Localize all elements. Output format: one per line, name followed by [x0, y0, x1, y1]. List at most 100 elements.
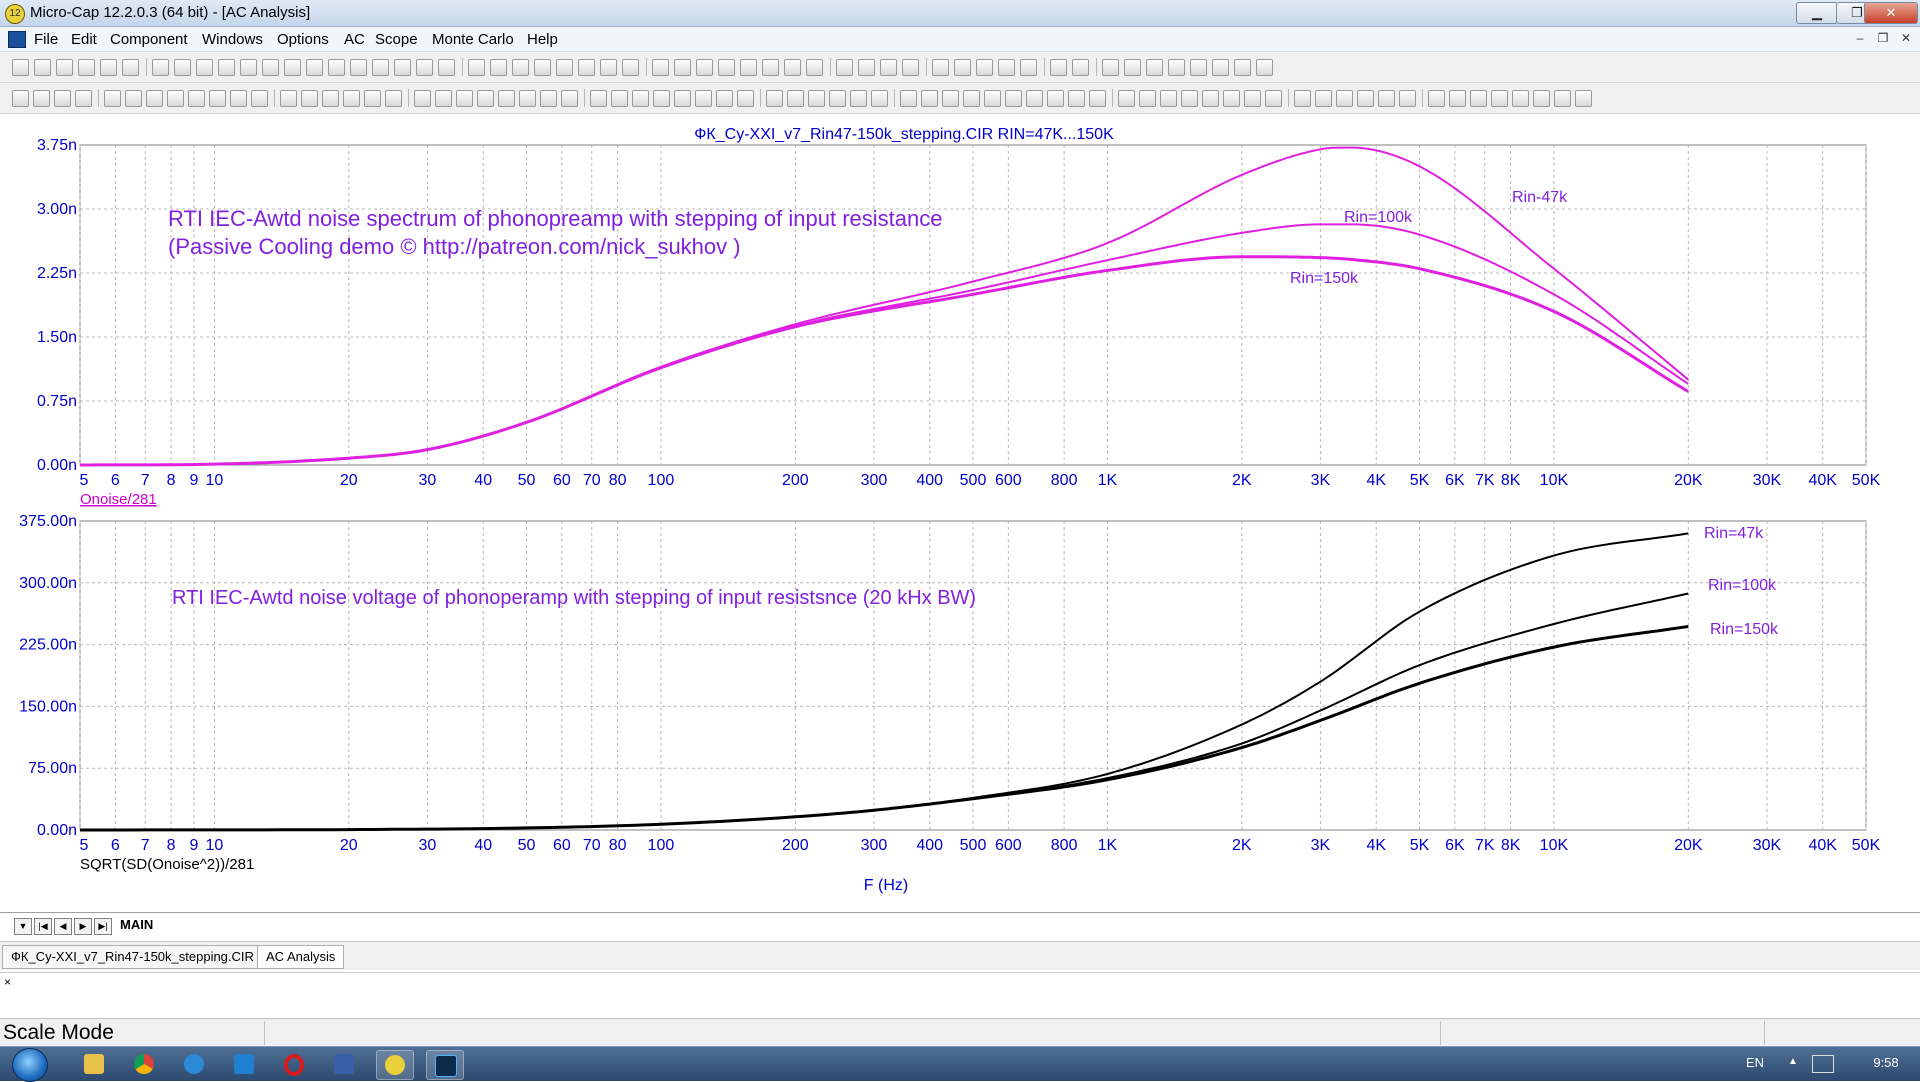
toolbar-tool-icon[interactable] [438, 59, 455, 76]
toolbar-tool-icon[interactable] [784, 59, 801, 76]
top-plot-panel[interactable]: 0.00n 0.75n 1.50n 2.25n 3.00n 3.75n 5 6 7 8 9 10 20 3… [37, 137, 1881, 489]
toolbar-tool-icon[interactable] [364, 90, 381, 107]
clock[interactable]: 9:58 [1862, 1055, 1910, 1070]
toolbar-tool-icon[interactable] [230, 90, 247, 107]
toolbar-tool-icon[interactable] [188, 90, 205, 107]
toolbar-tool-icon[interactable] [1072, 59, 1089, 76]
network-icon[interactable] [1812, 1055, 1834, 1073]
toolbar-tool-icon[interactable] [385, 90, 402, 107]
toolbar-tool-icon[interactable] [284, 59, 301, 76]
toolbar-tool-icon[interactable] [578, 59, 595, 76]
toolbar-tool-icon[interactable] [33, 90, 50, 107]
mdi-restore-button[interactable]: ❐ [1874, 30, 1892, 47]
toolbar-tool-icon[interactable] [477, 90, 494, 107]
toolbar-tool-icon[interactable] [1428, 90, 1445, 107]
toolbar-tool-icon[interactable] [1336, 90, 1353, 107]
toolbar-tool-icon[interactable] [519, 90, 536, 107]
micro-cap-icon[interactable]: 12 [5, 4, 25, 24]
close-button[interactable]: ✕ [1864, 2, 1918, 24]
sheet-tab-main[interactable]: MAIN [120, 917, 153, 932]
toolbar-tool-icon[interactable] [787, 90, 804, 107]
toolbar-tool-icon[interactable] [963, 90, 980, 107]
sheet-prev-button[interactable]: ◀ [54, 918, 72, 935]
toolbar-tool-icon[interactable] [490, 59, 507, 76]
bottom-label-rin47k[interactable]: Rin=47k [1704, 525, 1764, 542]
toolbar-tool-icon[interactable] [534, 59, 551, 76]
store-icon[interactable] [226, 1050, 262, 1078]
bottom-expression-label[interactable]: SQRT(SD(Onoise^2))/281 [80, 856, 254, 873]
toolbar-tool-icon[interactable] [766, 90, 783, 107]
bottom-label-rin150k[interactable]: Rin=150k [1710, 621, 1779, 638]
menu-ac[interactable]: AC [344, 31, 365, 48]
minimize-button[interactable]: ▁ [1796, 2, 1838, 24]
toolbar-tool-icon[interactable] [218, 59, 235, 76]
toolbar-tool-icon[interactable] [829, 90, 846, 107]
menu-component[interactable]: Component [110, 31, 188, 48]
toolbar-tool-icon[interactable] [1244, 90, 1261, 107]
toolbar-tool-icon[interactable] [1102, 59, 1119, 76]
toolbar-tool-icon[interactable] [998, 59, 1015, 76]
toolbar-tool-icon[interactable] [880, 59, 897, 76]
toolbar-tool-icon[interactable] [674, 90, 691, 107]
toolbar-tool-icon[interactable] [343, 90, 360, 107]
photoshop-icon[interactable] [426, 1050, 464, 1080]
toolbar-tool-icon[interactable] [1554, 90, 1571, 107]
toolbar-tool-icon[interactable] [12, 90, 29, 107]
menu-windows[interactable]: Windows [202, 31, 263, 48]
toolbar-tool-icon[interactable] [56, 59, 73, 76]
toolbar-tool-icon[interactable] [984, 90, 1001, 107]
top-label-rin47k[interactable]: Rin-47k [1512, 189, 1568, 206]
toolbar-tool-icon[interactable] [942, 90, 959, 107]
toolbar-tool-icon[interactable] [1491, 90, 1508, 107]
toolbar-tool-icon[interactable] [104, 90, 121, 107]
toolbar-tool-icon[interactable] [921, 90, 938, 107]
toolbar-tool-icon[interactable] [1118, 90, 1135, 107]
toolbar-tool-icon[interactable] [209, 90, 226, 107]
toolbar-tool-icon[interactable] [718, 59, 735, 76]
toolbar-tool-icon[interactable] [622, 59, 639, 76]
toolbar-tool-icon[interactable] [456, 90, 473, 107]
bottom-annotation[interactable]: RTI IEC-Awtd noise voltage of phonoperam… [172, 587, 976, 609]
language-indicator[interactable]: EN [1746, 1055, 1764, 1070]
toolbar-tool-icon[interactable] [328, 59, 345, 76]
toolbar-tool-icon[interactable] [696, 59, 713, 76]
ie-icon[interactable] [176, 1050, 212, 1078]
toolbar-tool-icon[interactable] [716, 90, 733, 107]
top-expression-label[interactable]: Onoise/281 [80, 491, 157, 508]
toolbar-tool-icon[interactable] [1005, 90, 1022, 107]
toolbar-tool-icon[interactable] [1533, 90, 1550, 107]
menu-monte-carlo[interactable]: Monte Carlo [432, 31, 514, 48]
toolbar-tool-icon[interactable] [34, 59, 51, 76]
toolbar-tool-icon[interactable] [858, 59, 875, 76]
toolbar-tool-icon[interactable] [1575, 90, 1592, 107]
toolbar-tool-icon[interactable] [498, 90, 515, 107]
toolbar-tool-icon[interactable] [590, 90, 607, 107]
tab-circuit-file[interactable]: ФК_Cy-XXI_v7_Rin47-150k_stepping.CIR [2, 945, 263, 969]
toolbar-tool-icon[interactable] [653, 90, 670, 107]
toolbar-tool-icon[interactable] [1449, 90, 1466, 107]
toolbar-tool-icon[interactable] [1026, 90, 1043, 107]
toolbar-tool-icon[interactable] [306, 59, 323, 76]
toolbar-tool-icon[interactable] [976, 59, 993, 76]
toolbar-tool-icon[interactable] [1181, 90, 1198, 107]
toolbar-tool-icon[interactable] [556, 59, 573, 76]
tray-expand-icon[interactable]: ▲ [1788, 1056, 1798, 1067]
toolbar-tool-icon[interactable] [674, 59, 691, 76]
toolbar-tool-icon[interactable] [414, 90, 431, 107]
toolbar-tool-icon[interactable] [1139, 90, 1156, 107]
plot-area[interactable]: 0.00n0.75n1.50n2.25n3.00n3.75n5 6 7 8 9 10 20 3… [0, 126, 1920, 910]
toolbar-tool-icon[interactable] [1212, 59, 1229, 76]
toolbar-tool-icon[interactable] [394, 59, 411, 76]
toolbar-tool-icon[interactable] [1146, 59, 1163, 76]
toolbar-tool-icon[interactable] [561, 90, 578, 107]
toolbar-tool-icon[interactable] [600, 59, 617, 76]
toolbar-tool-icon[interactable] [240, 59, 257, 76]
toolbar-tool-icon[interactable] [54, 90, 71, 107]
micro-cap-icon[interactable] [376, 1050, 414, 1080]
start-button[interactable] [12, 1048, 48, 1082]
sheet-next-button[interactable]: ▶ [74, 918, 92, 935]
toolbar-tool-icon[interactable] [75, 90, 92, 107]
mdi-close-button[interactable]: ✕ [1897, 30, 1915, 47]
toolbar-tool-icon[interactable] [900, 90, 917, 107]
toolbar-tool-icon[interactable] [1399, 90, 1416, 107]
